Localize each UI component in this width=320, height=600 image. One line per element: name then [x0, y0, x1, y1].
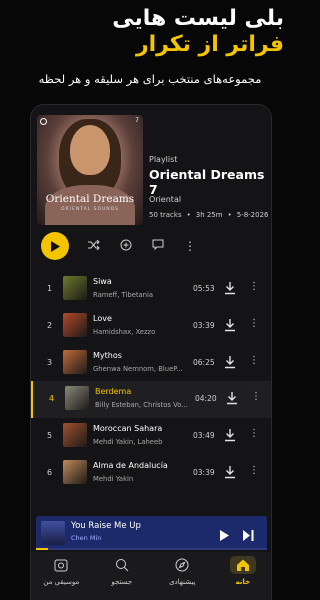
nav-label: موسیقی من [43, 578, 80, 586]
track-number: 2 [47, 320, 53, 330]
playlist-type-label: Playlist [149, 155, 178, 164]
track-duration: 05:53 [193, 284, 215, 293]
track-duration: 03:49 [193, 431, 215, 441]
promo-title: بلی لیست هایی فراتر از تکرار [112, 6, 284, 58]
library-icon [48, 556, 74, 574]
track-row[interactable]: 4 Berdema Billy Esteban, Christos Vo... 04:… [31, 381, 271, 419]
nav-label: خانه [235, 578, 251, 586]
play-icon [220, 530, 229, 541]
track-number: 6 [47, 468, 53, 477]
track-number: 1 [47, 284, 53, 293]
track-duration: 04:20 [195, 394, 217, 404]
track-duration: 03:39 [193, 468, 215, 477]
nav-item-home[interactable]: خانه [219, 556, 267, 586]
nav-item-compass[interactable]: پیشنهادی [158, 556, 206, 586]
track-more-icon[interactable]: ⋮ [249, 428, 259, 439]
promo-title-line1: بلی لیست هایی [112, 6, 284, 31]
nav-item-search[interactable]: جستجو [98, 556, 146, 586]
mini-player[interactable]: You Raise Me Up Chen Min [36, 516, 267, 550]
promo-subtitle: مجموعه‌های منتخب برای هر سلیقه و هر لحظه [38, 72, 262, 86]
nav-label: پیشنهادی [169, 578, 196, 586]
playlist-duration: 3h 25m [195, 211, 223, 219]
playlist-cover: 7 Oriental Dreams ORIENTAL SOUNDS [37, 115, 143, 225]
track-title: Mythos [93, 350, 122, 360]
add-to-library-icon[interactable] [119, 239, 133, 254]
track-title: Siwa [93, 277, 112, 286]
playlist-artist[interactable]: Oriental [149, 195, 181, 204]
play-button[interactable] [41, 232, 69, 260]
track-duration: 06:25 [193, 357, 215, 367]
track-artist: Hamidshax, Xezzo [93, 327, 156, 336]
track-artist: Mehdi Yakin, Laheeb [93, 438, 163, 447]
track-number: 4 [49, 394, 55, 404]
track-artwork [63, 349, 87, 374]
nav-item-library[interactable]: موسیقی من [37, 556, 85, 586]
comment-icon[interactable] [151, 239, 165, 253]
separator: • [186, 211, 191, 219]
track-title: Love [93, 313, 112, 323]
promo-header: بلی لیست هایی فراتر از تکرار مجموعه‌های … [0, 0, 300, 104]
download-icon[interactable] [224, 317, 236, 331]
nav-label: جستجو [111, 578, 133, 586]
track-row[interactable]: 3 Mythos Ghenwa Nemnom, BlueP... 06:25 ⋮ [31, 345, 271, 382]
mini-play-button[interactable] [220, 526, 229, 545]
track-artist: Mehdi Yakin [93, 475, 134, 483]
home-icon [229, 556, 256, 574]
next-track-button[interactable] [243, 526, 254, 545]
compass-icon [169, 556, 195, 574]
bottom-navigation: موسیقی من جستجو پیشنهادی خانه [31, 552, 271, 600]
download-icon[interactable] [224, 280, 236, 295]
shuffle-icon[interactable] [87, 239, 101, 253]
playlist-meta: 50 tracks • 3h 25m • 5-8-2026 [149, 211, 269, 219]
mini-player-title: You Raise Me Up [71, 521, 141, 531]
track-more-icon[interactable]: ⋮ [249, 465, 259, 476]
track-artwork [65, 386, 89, 411]
playlist-actions: ⋮ [41, 231, 197, 261]
track-artwork [63, 276, 87, 300]
track-row[interactable]: 1 Siwa Rameff, Tibetania 05:53 ⋮ [31, 271, 271, 308]
playlist-date: 5-8-2026 [236, 211, 269, 219]
track-artist: Billy Esteban, Christos Vo... [95, 401, 188, 410]
download-icon[interactable] [226, 390, 238, 405]
track-row[interactable]: 2 Love Hamidshax, Xezzo 03:39 ⋮ [31, 308, 271, 345]
app-screen: 7 Oriental Dreams ORIENTAL SOUNDS Playli… [30, 104, 272, 600]
mini-player-progress[interactable] [36, 548, 267, 550]
search-icon [109, 556, 135, 574]
track-more-icon[interactable]: ⋮ [251, 391, 261, 402]
track-title: Berdema [95, 387, 132, 397]
track-duration: 03:39 [193, 320, 215, 330]
cover-logo-icon [40, 118, 47, 125]
mini-player-artwork [41, 521, 65, 545]
track-more-icon[interactable]: ⋮ [249, 281, 259, 292]
track-more-icon[interactable]: ⋮ [249, 355, 259, 366]
download-icon[interactable] [224, 427, 236, 442]
cover-title: Oriental Dreams [45, 193, 135, 205]
cover-badge: 7 [135, 117, 139, 124]
track-number: 3 [47, 357, 53, 367]
cover-subtitle: ORIENTAL SOUNDS [60, 207, 119, 212]
skip-next-icon [243, 530, 254, 541]
track-row[interactable]: 6 Alma de Andalucía Mehdi Yakin 03:39 ⋮ [31, 455, 271, 492]
more-options-icon[interactable]: ⋮ [183, 239, 197, 253]
promo-title-line2: فراتر از تکرار [135, 32, 284, 57]
tracks-count: 50 tracks [149, 211, 182, 219]
play-icon [51, 240, 60, 252]
download-icon[interactable] [224, 354, 236, 368]
track-title: Moroccan Sahara [93, 424, 163, 434]
track-more-icon[interactable]: ⋮ [249, 318, 259, 329]
track-artwork [63, 423, 87, 448]
track-artwork [63, 312, 87, 337]
track-artist: Rameff, Tibetania [93, 291, 154, 299]
playlist-title: Oriental Dreams 7 [149, 167, 265, 197]
track-artist: Ghenwa Nemnom, BlueP... [93, 364, 183, 373]
track-artwork [63, 460, 87, 484]
track-row[interactable]: 5 Moroccan Sahara Mehdi Yakin, Laheeb 03:49… [31, 418, 271, 455]
mini-player-artist: Chen Min [71, 534, 102, 542]
track-number: 5 [47, 431, 53, 441]
separator: • [227, 211, 232, 219]
download-icon[interactable] [224, 464, 236, 479]
track-title: Alma de Andalucía [93, 461, 168, 470]
